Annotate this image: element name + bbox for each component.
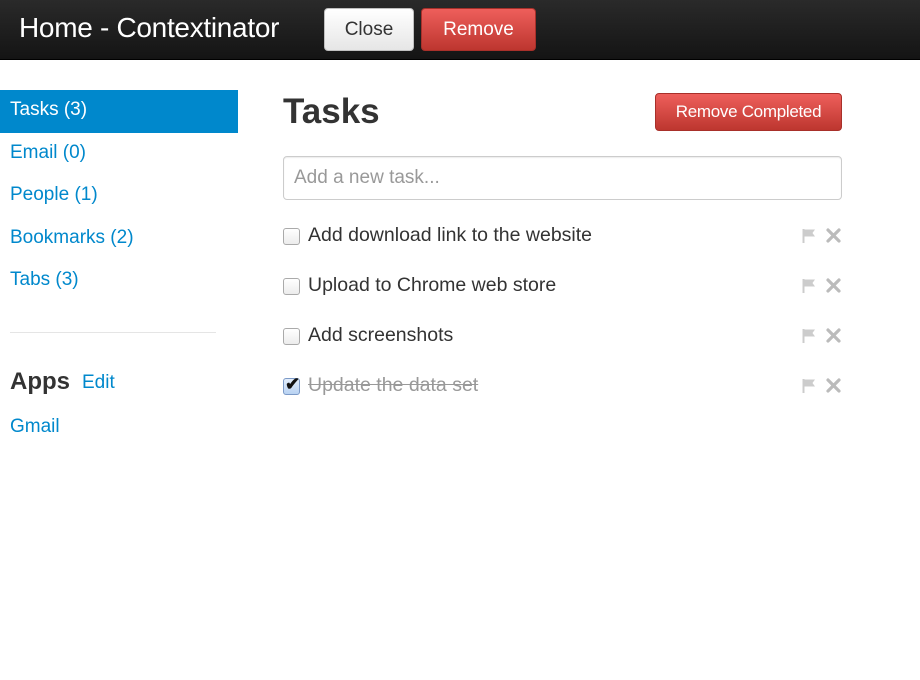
task-row: Upload to Chrome web store	[283, 271, 842, 301]
task-row: ✔ Update the data set	[283, 371, 842, 401]
apps-heading: Apps	[10, 368, 70, 395]
task-row: Add screenshots	[283, 321, 842, 351]
sidebar-item-tabs[interactable]: Tabs (3)	[0, 260, 238, 303]
task-checkbox[interactable]: ✔	[283, 374, 300, 395]
remove-button[interactable]: Remove	[421, 8, 536, 51]
sidebar-item-email[interactable]: Email (0)	[0, 133, 238, 176]
task-text: Upload to Chrome web store	[308, 274, 557, 296]
task-checkbox[interactable]	[283, 278, 300, 295]
task-text: Update the data set	[308, 374, 479, 396]
sidebar: Tasks (3) Email (0) People (1) Bookmarks…	[0, 90, 238, 303]
close-icon[interactable]	[825, 227, 842, 244]
sidebar-item-bookmarks[interactable]: Bookmarks (2)	[0, 218, 238, 261]
task-checkbox[interactable]	[283, 228, 300, 245]
flag-icon[interactable]	[801, 277, 818, 294]
task-text: Add download link to the website	[308, 224, 593, 246]
page-title: Tasks	[283, 92, 380, 131]
close-icon[interactable]	[825, 277, 842, 294]
app-link-gmail[interactable]: Gmail	[10, 416, 60, 438]
sidebar-divider	[10, 332, 216, 333]
check-icon: ✔	[285, 374, 301, 394]
sidebar-item-tasks[interactable]: Tasks (3)	[0, 90, 238, 133]
task-text: Add screenshots	[308, 324, 454, 346]
sidebar-item-people[interactable]: People (1)	[0, 175, 238, 218]
close-button[interactable]: Close	[324, 8, 414, 51]
apps-edit-link[interactable]: Edit	[82, 372, 115, 394]
top-navbar: Home - Contextinator Close Remove	[0, 0, 920, 60]
task-checkbox[interactable]	[283, 328, 300, 345]
new-task-input[interactable]	[283, 156, 842, 200]
flag-icon[interactable]	[801, 227, 818, 244]
window-title: Home - Contextinator	[19, 12, 280, 43]
flag-icon[interactable]	[801, 327, 818, 344]
task-row: Add download link to the website	[283, 221, 842, 251]
close-icon[interactable]	[825, 377, 842, 394]
flag-icon[interactable]	[801, 377, 818, 394]
remove-completed-button[interactable]: Remove Completed	[655, 93, 842, 131]
close-icon[interactable]	[825, 327, 842, 344]
